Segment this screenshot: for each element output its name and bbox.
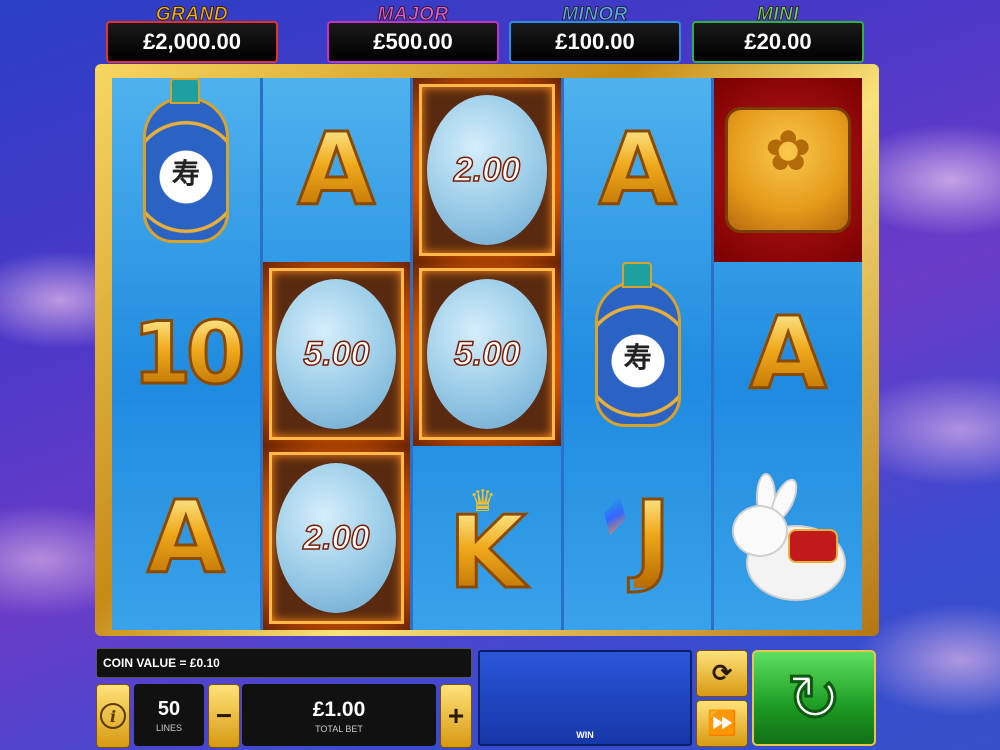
symbol-snuff-bottle: 寿 (112, 78, 260, 262)
control-panel: COIN VALUE = £0.10 i 50 LINES − £1.00 TO… (96, 648, 878, 748)
moon-cash-value: 2.00 (453, 150, 521, 190)
symbol-moon-cash: 5.00 (413, 262, 561, 446)
jackpot-major-value: £500.00 (327, 21, 499, 63)
snuff-bottle-icon: 寿 (594, 262, 681, 427)
moon-frame: 5.00 (419, 268, 555, 440)
lines-label: LINES (155, 723, 182, 733)
reel-2: A 5.00 2.00 (262, 78, 411, 630)
symbol-snuff-bottle: 寿 (564, 262, 712, 446)
info-button[interactable]: i (96, 684, 130, 748)
rabbit-icon (728, 473, 848, 603)
jackpot-minor: MINOR £100.00 (509, 4, 681, 63)
symbol-ace-text: A (296, 111, 376, 228)
moon-frame: 2.00 (419, 84, 555, 256)
jackpot-grand-value: £2,000.00 (106, 21, 278, 63)
total-bet-display: £1.00 TOTAL BET (242, 684, 436, 746)
crown-icon: ♛ (469, 485, 497, 518)
lines-value: 50 (157, 698, 181, 720)
moon-icon: 5.00 (276, 279, 397, 429)
mooncake-icon (725, 107, 852, 233)
reel-5: A (714, 78, 862, 630)
symbol-ace: A (564, 78, 712, 262)
autoplay-icon: ⟳ (711, 660, 733, 687)
moon-frame: 5.00 (268, 268, 405, 440)
symbol-moon-cash: 5.00 (262, 262, 411, 446)
info-icon: i (100, 703, 126, 729)
moon-cash-value: 2.00 (303, 518, 371, 558)
jackpot-mini: MINI £20.00 (692, 4, 864, 63)
jackpot-major: MAJOR £500.00 (327, 4, 499, 63)
reel-1: 寿 10 A (112, 78, 260, 630)
jackpot-mini-value: £20.00 (692, 21, 864, 63)
decrease-bet-button[interactable]: − (208, 684, 240, 748)
gem-icon (599, 494, 631, 538)
reel-3: 2.00 5.00 ♛ K (413, 78, 561, 630)
snuff-bottle-icon: 寿 (142, 78, 229, 243)
lines-display: 50 LINES (134, 684, 204, 746)
symbol-jack-text: J (632, 479, 672, 596)
win-display: WIN (478, 650, 692, 746)
moon-icon: 2.00 (426, 95, 547, 245)
moon-cash-value: 5.00 (453, 334, 521, 374)
fast-forward-icon: ⏩ (707, 710, 737, 737)
reel-grid: 寿 10 A A 5.00 2.00 2.00 5.00 ♛ K A 寿 J ✿… (112, 78, 862, 630)
total-bet-label: TOTAL BET (315, 724, 363, 734)
autoplay-button[interactable]: ⟳ (696, 650, 748, 697)
moon-icon: 2.00 (276, 463, 397, 613)
turbo-button[interactable]: ⏩ (696, 700, 748, 747)
symbol-jack: J (564, 446, 712, 630)
symbol-mooncake (714, 78, 862, 262)
moon-cash-value: 5.00 (303, 334, 371, 374)
symbol-moon-cash: 2.00 (413, 78, 561, 262)
symbol-ace: A (263, 78, 411, 262)
symbol-ten-text: 10 (130, 304, 247, 404)
reel-4: A 寿 J (563, 78, 712, 630)
symbol-ace: A (112, 446, 260, 630)
symbol-ace-text: A (146, 479, 226, 596)
win-label: WIN (576, 730, 594, 740)
spin-arrow-icon: ↻ (786, 661, 842, 735)
symbol-ten: 10 (112, 262, 260, 446)
moon-frame: 2.00 (268, 452, 405, 624)
symbol-ace: A (714, 262, 862, 446)
spin-button[interactable]: ↻ (752, 650, 876, 746)
jackpot-grand: GRAND £2,000.00 (106, 4, 278, 63)
symbol-rabbit (714, 446, 862, 630)
coin-value-display: COIN VALUE = £0.10 (96, 648, 472, 678)
total-bet-value: £1.00 (312, 698, 366, 721)
jackpot-bar: GRAND £2,000.00 MAJOR £500.00 MINOR £100… (0, 0, 1000, 63)
moon-icon: 5.00 (426, 279, 547, 429)
symbol-ace-text: A (748, 295, 828, 412)
increase-bet-button[interactable]: + (440, 684, 472, 748)
symbol-king: ♛ K (413, 446, 561, 630)
symbol-ace-text: A (597, 111, 677, 228)
symbol-moon-cash: 2.00 (262, 446, 411, 630)
jackpot-minor-value: £100.00 (509, 21, 681, 63)
